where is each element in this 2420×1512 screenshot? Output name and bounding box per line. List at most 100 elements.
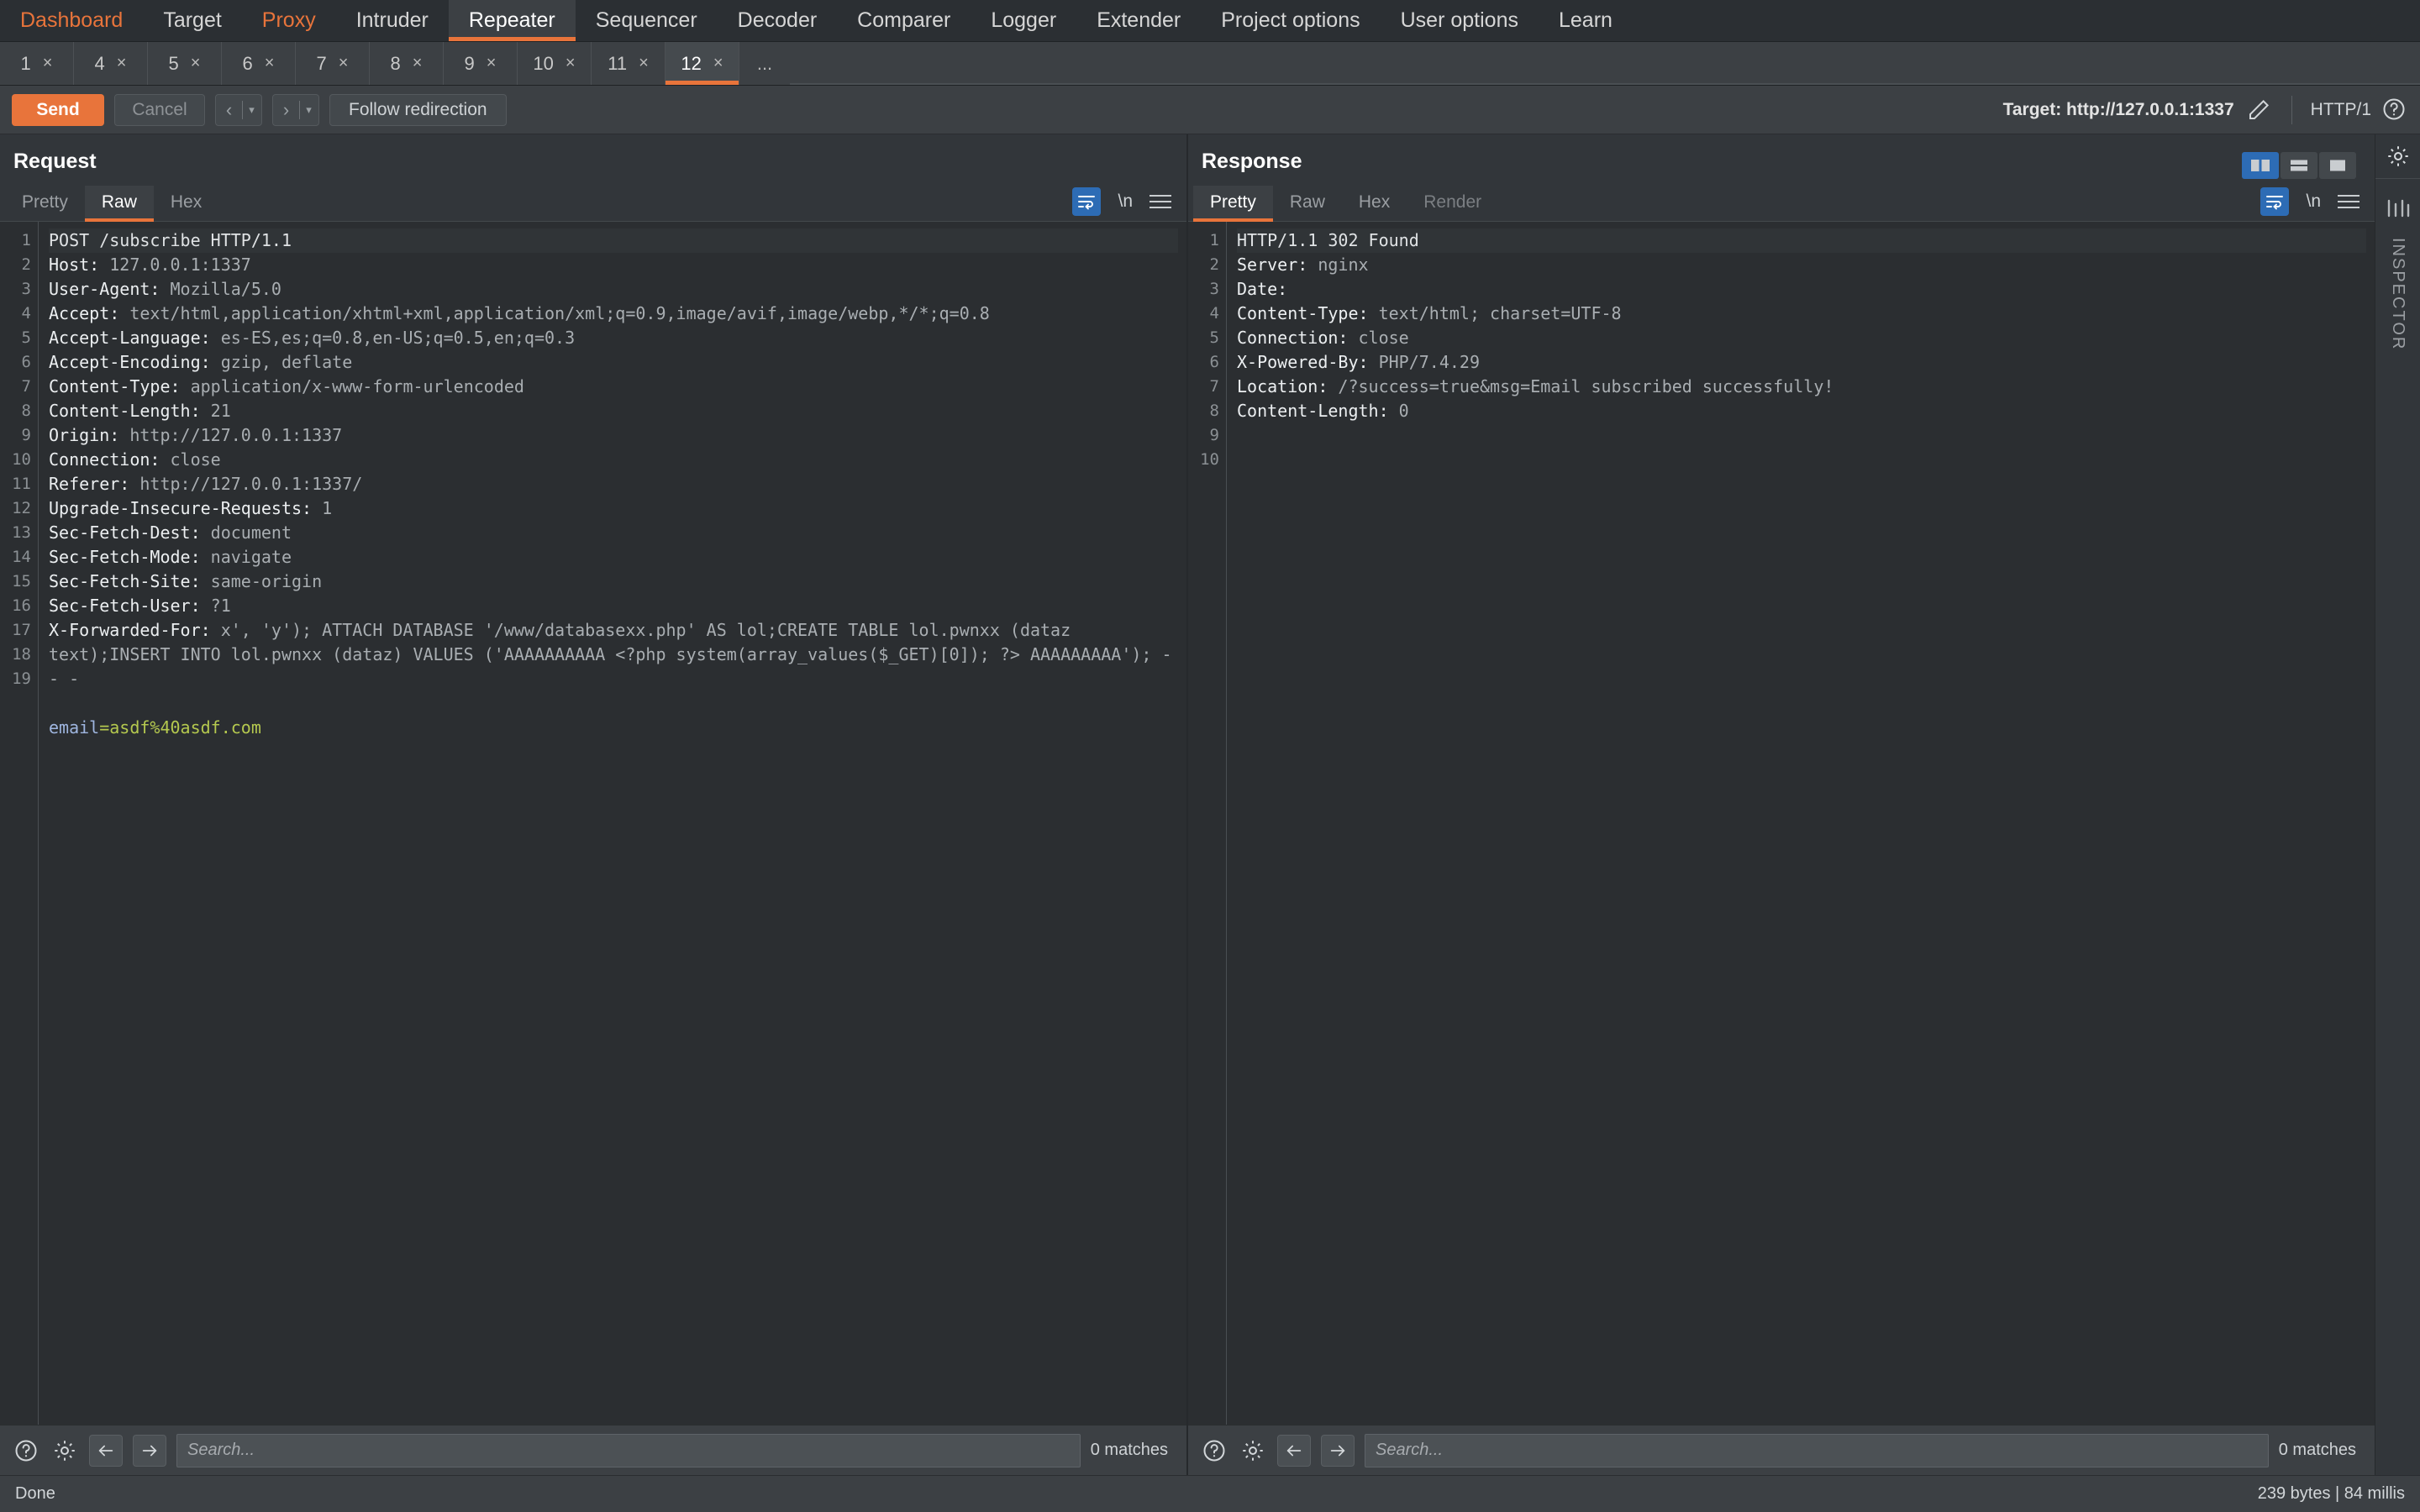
main-tab-intruder[interactable]: Intruder bbox=[336, 0, 449, 41]
request-body[interactable]: POST /subscribe HTTP/1.1 Host: 127.0.0.1:… bbox=[39, 222, 1186, 1425]
repeater-tab-overflow[interactable]: ... bbox=[739, 42, 790, 85]
search-prev-button[interactable] bbox=[1277, 1434, 1311, 1467]
close-icon[interactable]: × bbox=[566, 54, 576, 73]
inspector-label: INSPECTOR bbox=[2389, 238, 2407, 351]
gear-icon[interactable] bbox=[1239, 1436, 1267, 1465]
repeater-tab-label: 10 bbox=[533, 52, 554, 74]
close-icon[interactable]: × bbox=[713, 54, 723, 73]
repeater-tab-1[interactable]: 1 × bbox=[0, 42, 74, 85]
help-icon[interactable] bbox=[2381, 97, 2408, 123]
request-line: Accept: text/html,application/xhtml+xml,… bbox=[49, 303, 990, 323]
request-line-number: 16 bbox=[12, 596, 31, 615]
response-metrics: 239 bytes | 84 millis bbox=[2257, 1484, 2405, 1503]
newline-toggle[interactable]: \n bbox=[1118, 192, 1133, 212]
search-next-button[interactable] bbox=[1321, 1434, 1355, 1467]
response-tab-raw[interactable]: Raw bbox=[1273, 186, 1342, 221]
main-tab-sequencer[interactable]: Sequencer bbox=[576, 0, 718, 41]
repeater-tab-10[interactable]: 10 × bbox=[518, 42, 592, 85]
request-line-number: 19 bbox=[12, 669, 31, 688]
close-icon[interactable]: × bbox=[339, 54, 349, 73]
close-icon[interactable]: × bbox=[117, 54, 127, 73]
repeater-tab-12[interactable]: 12 × bbox=[666, 42, 739, 85]
repeater-tab-filler bbox=[790, 42, 2420, 85]
help-icon[interactable] bbox=[12, 1436, 40, 1465]
request-line-number: 13 bbox=[12, 523, 31, 542]
newline-toggle[interactable]: \n bbox=[2306, 192, 2321, 212]
main-tab-dashboard[interactable]: Dashboard bbox=[0, 0, 143, 41]
repeater-tab-5[interactable]: 5 × bbox=[148, 42, 222, 85]
history-back-button[interactable]: ‹ ▾ bbox=[215, 93, 262, 126]
http-version-label[interactable]: HTTP/1 bbox=[2311, 100, 2371, 120]
single-pane-icon[interactable] bbox=[2319, 151, 2356, 179]
follow-redirection-button[interactable]: Follow redirection bbox=[329, 93, 507, 126]
request-line bbox=[49, 691, 1178, 716]
split-vertical-icon[interactable] bbox=[2242, 151, 2279, 179]
main-tab-project-options[interactable]: Project options bbox=[1201, 0, 1380, 41]
request-line-number: 11 bbox=[12, 475, 31, 493]
chevron-down-icon[interactable]: ▾ bbox=[300, 103, 318, 117]
search-placeholder: Search... bbox=[1376, 1441, 1444, 1459]
repeater-tab-9[interactable]: 9 × bbox=[444, 42, 518, 85]
response-search-input[interactable]: Search... bbox=[1365, 1433, 2269, 1467]
response-body[interactable]: HTTP/1.1 302 Found Server: nginx Date: Cont… bbox=[1227, 222, 2375, 1425]
response-tab-render[interactable]: Render bbox=[1407, 186, 1498, 221]
response-match-count: 0 matches bbox=[2278, 1441, 2356, 1459]
close-icon[interactable]: × bbox=[487, 54, 497, 73]
close-icon[interactable]: × bbox=[265, 54, 275, 73]
close-icon[interactable]: × bbox=[639, 54, 649, 73]
request-search-input[interactable]: Search... bbox=[176, 1433, 1081, 1467]
rail-settings-button[interactable] bbox=[2375, 134, 2420, 178]
repeater-tab-7[interactable]: 7 × bbox=[296, 42, 370, 85]
request-tools: \n bbox=[1072, 187, 1186, 221]
request-line: Content-Length: 21 bbox=[49, 401, 231, 421]
request-line-number: 12 bbox=[12, 499, 31, 517]
repeater-tab-6[interactable]: 6 × bbox=[222, 42, 296, 85]
main-tab-proxy[interactable]: Proxy bbox=[242, 0, 336, 41]
request-line-number: 15 bbox=[12, 572, 31, 591]
main-tab-learn[interactable]: Learn bbox=[1539, 0, 1633, 41]
word-wrap-icon[interactable] bbox=[1072, 187, 1102, 216]
close-icon[interactable]: × bbox=[191, 54, 201, 73]
repeater-tab-4[interactable]: 4 × bbox=[74, 42, 148, 85]
main-tab-comparer[interactable]: Comparer bbox=[837, 0, 971, 41]
cancel-button[interactable]: Cancel bbox=[114, 93, 205, 126]
request-line: Host: 127.0.0.1:1337 bbox=[49, 255, 251, 275]
send-button[interactable]: Send bbox=[12, 93, 104, 126]
help-icon[interactable] bbox=[1200, 1436, 1228, 1465]
response-line: Server: nginx bbox=[1237, 255, 1369, 275]
request-tab-raw[interactable]: Raw bbox=[84, 186, 154, 222]
request-line: Sec-Fetch-Dest: document bbox=[49, 522, 292, 543]
split-horizontal-icon[interactable] bbox=[2281, 151, 2317, 179]
main-tab-user-options[interactable]: User options bbox=[1381, 0, 1539, 41]
search-next-button[interactable] bbox=[133, 1434, 166, 1467]
request-editor[interactable]: 1 2 3 4 5 6 7 8 9 10 11 12 13 14 15 16 17 18 19 POST /subs… bbox=[0, 221, 1186, 1425]
hamburger-icon[interactable] bbox=[2338, 195, 2360, 208]
main-tab-extender[interactable]: Extender bbox=[1076, 0, 1201, 41]
response-tab-pretty[interactable]: Pretty bbox=[1193, 186, 1273, 222]
close-icon[interactable]: × bbox=[413, 54, 423, 73]
gear-icon[interactable] bbox=[50, 1436, 79, 1465]
chevron-right-icon: › bbox=[282, 98, 290, 120]
main-tab-logger[interactable]: Logger bbox=[971, 0, 1076, 41]
main-tab-repeater[interactable]: Repeater bbox=[448, 0, 576, 41]
request-tab-pretty[interactable]: Pretty bbox=[5, 186, 85, 221]
inspector-panel-button[interactable]: INSPECTOR bbox=[2375, 179, 2420, 1475]
search-prev-button[interactable] bbox=[89, 1434, 123, 1467]
divider bbox=[2291, 95, 2292, 124]
request-line-number: 10 bbox=[12, 450, 31, 469]
pencil-icon[interactable] bbox=[2244, 96, 2273, 124]
repeater-tab-8[interactable]: 8 × bbox=[370, 42, 444, 85]
request-line: Accept-Encoding: gzip, deflate bbox=[49, 352, 353, 372]
repeater-tab-11[interactable]: 11 × bbox=[592, 42, 666, 85]
close-icon[interactable]: × bbox=[43, 54, 53, 73]
response-tab-hex[interactable]: Hex bbox=[1342, 186, 1407, 221]
hamburger-icon[interactable] bbox=[1150, 195, 1171, 208]
word-wrap-icon[interactable] bbox=[2260, 187, 2290, 216]
history-forward-button[interactable]: › ▾ bbox=[272, 93, 319, 126]
repeater-tab-label: 12 bbox=[681, 52, 702, 74]
request-tab-hex[interactable]: Hex bbox=[154, 186, 218, 221]
response-editor[interactable]: 1 2 3 4 5 6 7 8 9 10 HTTP/1.1 302 Found Server: ng… bbox=[1188, 221, 2375, 1425]
chevron-down-icon[interactable]: ▾ bbox=[243, 103, 261, 117]
main-tab-target[interactable]: Target bbox=[143, 0, 241, 41]
main-tab-decoder[interactable]: Decoder bbox=[718, 0, 838, 41]
